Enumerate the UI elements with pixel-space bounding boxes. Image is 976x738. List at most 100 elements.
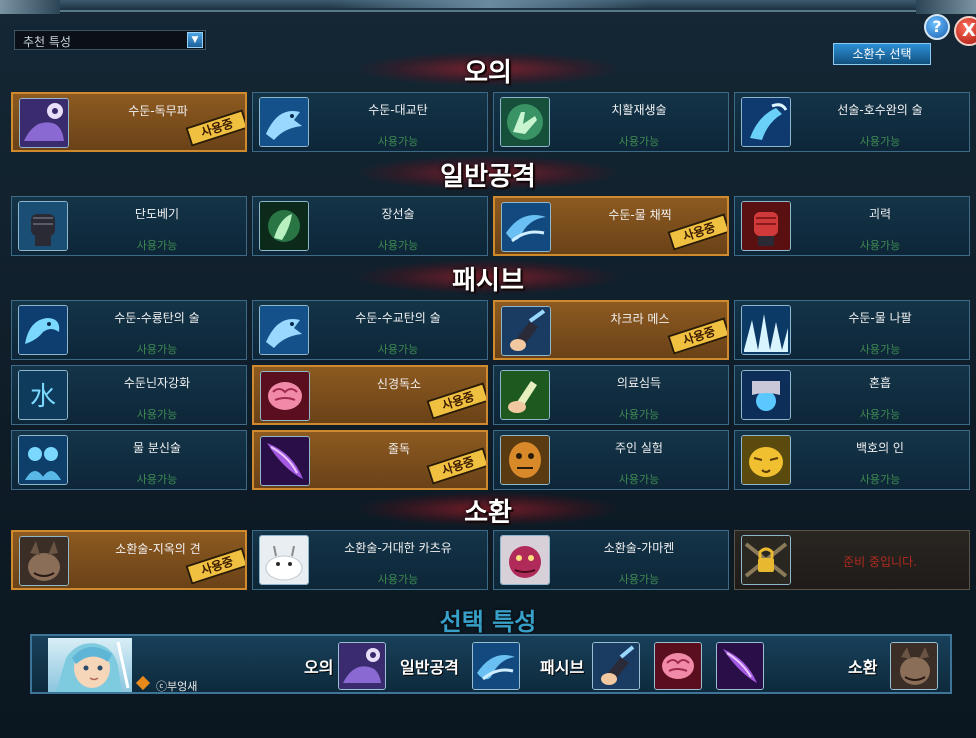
section-title-ougi: 오의 bbox=[464, 58, 512, 88]
available-status: 사용가능 bbox=[136, 239, 178, 252]
copyright-text: ⓒ부엉새 bbox=[156, 680, 198, 693]
green-palm-icon bbox=[259, 201, 309, 251]
skill-name: 백호의 인 bbox=[856, 441, 904, 455]
available-status: 사용가능 bbox=[377, 573, 419, 586]
selected-passive-brain-icon[interactable] bbox=[654, 642, 702, 690]
available-status: 사용가능 bbox=[859, 473, 901, 486]
skill-name: 의료심득 bbox=[616, 376, 662, 390]
available-status: 사용가능 bbox=[618, 135, 660, 148]
skill-card[interactable]: 수둔-물 채찍 사용중 bbox=[493, 196, 729, 256]
available-status: 사용가능 bbox=[377, 135, 419, 148]
blue-orb-hand-icon bbox=[741, 370, 791, 420]
water-clone-icon bbox=[18, 435, 68, 485]
coming-soon-label: 준비 중입니다. bbox=[843, 555, 917, 569]
available-status: 사용가능 bbox=[136, 408, 178, 421]
skill-card[interactable]: 괴력 사용가능 bbox=[734, 196, 970, 256]
chakra-scalpel-icon bbox=[501, 306, 551, 356]
available-status: 사용가능 bbox=[859, 135, 901, 148]
svg-text:水: 水 bbox=[30, 382, 56, 412]
selected-label-passive: 패시브 bbox=[540, 658, 585, 677]
water-kanji-icon: 水 bbox=[18, 370, 68, 420]
close-button[interactable]: X bbox=[954, 16, 976, 46]
skill-card[interactable]: 의료심득사용가능 bbox=[493, 365, 729, 425]
selected-passive-blade-icon[interactable] bbox=[716, 642, 764, 690]
available-status: 사용가능 bbox=[136, 473, 178, 486]
selected-ougi-icon[interactable] bbox=[338, 642, 386, 690]
skill-name: 치활재생술 bbox=[611, 103, 667, 117]
skill-card[interactable]: 수둔-대교탄 사용가능 bbox=[252, 92, 488, 152]
purple-blade-icon bbox=[260, 436, 310, 486]
golden-tiger-icon bbox=[741, 435, 791, 485]
available-status: 사용가능 bbox=[859, 408, 901, 421]
selected-traits-title: 선택 특성 bbox=[439, 608, 537, 636]
skill-name: 수둔-수룡탄의 술 bbox=[114, 311, 200, 325]
skill-name: 수둔닌자강화 bbox=[123, 376, 191, 390]
skill-card[interactable]: 치활재생술사용가능 bbox=[493, 92, 729, 152]
skill-card[interactable]: 수둔-수교탄의 술사용가능 bbox=[252, 300, 488, 360]
selected-label-ougi: 오의 bbox=[304, 658, 334, 677]
skill-card[interactable]: 장선술 사용가능 bbox=[252, 196, 488, 256]
skill-card[interactable]: 물 분신술 사용가능 bbox=[11, 430, 247, 490]
window-top-frame bbox=[0, 0, 976, 12]
skill-name: 주인 실험 bbox=[615, 441, 663, 455]
katsuyu-slug-icon bbox=[259, 535, 309, 585]
water-dragon-icon bbox=[18, 305, 68, 355]
publisher-logo-icon bbox=[135, 675, 151, 691]
skill-card[interactable]: 혼흡 사용가능 bbox=[734, 365, 970, 425]
selected-attack-icon[interactable] bbox=[472, 642, 520, 690]
skill-card[interactable]: 백호의 인사용가능 bbox=[734, 430, 970, 490]
skill-card[interactable]: 소환술-가마켄 사용가능 bbox=[493, 530, 729, 590]
recommend-trait-dropdown[interactable]: 추천 특성 ▼ bbox=[14, 30, 206, 50]
skill-card[interactable]: 수둔-수룡탄의 술사용가능 bbox=[11, 300, 247, 360]
selected-summon-icon[interactable] bbox=[890, 642, 938, 690]
skill-name: 장선술 bbox=[381, 207, 415, 221]
chevron-down-icon[interactable]: ▼ bbox=[187, 32, 203, 48]
skill-card[interactable]: 수둔-독무파 사용중 bbox=[11, 92, 247, 152]
selected-passive-scalpel-icon[interactable] bbox=[592, 642, 640, 690]
frame-corner-left bbox=[0, 0, 60, 14]
green-healing-hand-icon bbox=[500, 97, 550, 147]
skill-card[interactable]: 선술-호수완의 술사용가능 bbox=[734, 92, 970, 152]
water-arm-icon bbox=[741, 97, 791, 147]
section-title-passive: 패시브 bbox=[452, 266, 524, 296]
skill-name: 소환술-가마켄 bbox=[603, 541, 675, 555]
selected-traits-panel: ⓒ부엉새 오의 일반공격 패시브 소환 bbox=[30, 634, 952, 694]
selected-label-attack: 일반공격 bbox=[400, 658, 459, 677]
red-fist-icon bbox=[741, 201, 791, 251]
help-button[interactable]: ? bbox=[924, 14, 950, 40]
gamaken-toad-icon bbox=[500, 535, 550, 585]
section-title-summon: 소환 bbox=[464, 498, 512, 528]
character-portrait bbox=[48, 638, 132, 692]
available-status: 사용가능 bbox=[618, 473, 660, 486]
orange-mask-icon bbox=[500, 435, 550, 485]
skill-card[interactable]: 단도베기사용가능 bbox=[11, 196, 247, 256]
skill-name: 소환술-거대한 카츠유 bbox=[344, 541, 452, 555]
water-whip-icon bbox=[501, 202, 551, 252]
skill-name: 단도베기 bbox=[134, 207, 180, 221]
pink-brain-icon bbox=[260, 371, 310, 421]
hell-hound-icon bbox=[19, 536, 69, 586]
skill-card[interactable]: 소환술-지옥의 견 사용중 bbox=[11, 530, 247, 590]
skill-card[interactable]: 소환술-거대한 카츠유사용가능 bbox=[252, 530, 488, 590]
skill-card[interactable]: 주인 실험사용가능 bbox=[493, 430, 729, 490]
chain-lock-icon bbox=[741, 535, 791, 585]
available-status: 사용가능 bbox=[377, 343, 419, 356]
skill-name: 괴력 bbox=[868, 207, 892, 221]
available-status: 사용가능 bbox=[136, 343, 178, 356]
ice-spikes-icon bbox=[741, 305, 791, 355]
skill-card[interactable]: 수둔-물 나팔 사용가능 bbox=[734, 300, 970, 360]
skill-card[interactable]: 줄독 사용중 bbox=[252, 430, 488, 490]
fist-icon bbox=[18, 201, 68, 251]
available-status: 사용가능 bbox=[618, 408, 660, 421]
skill-card[interactable]: 水 수둔닌자강화사용가능 bbox=[11, 365, 247, 425]
skill-name: 선술-호수완의 술 bbox=[837, 103, 923, 117]
skill-name: 수둔-수교탄의 술 bbox=[355, 311, 441, 325]
frame-corner-right bbox=[916, 0, 976, 14]
green-hand-icon bbox=[500, 370, 550, 420]
purple-yin-yang-icon bbox=[19, 98, 69, 148]
skill-card[interactable]: 신경독소 사용중 bbox=[252, 365, 488, 425]
skill-card-locked[interactable]: 준비 중입니다. bbox=[734, 530, 970, 590]
water-shark-icon bbox=[259, 97, 309, 147]
dropdown-value: 추천 특성 bbox=[23, 35, 71, 49]
skill-card[interactable]: 차크라 메스 사용중 bbox=[493, 300, 729, 360]
